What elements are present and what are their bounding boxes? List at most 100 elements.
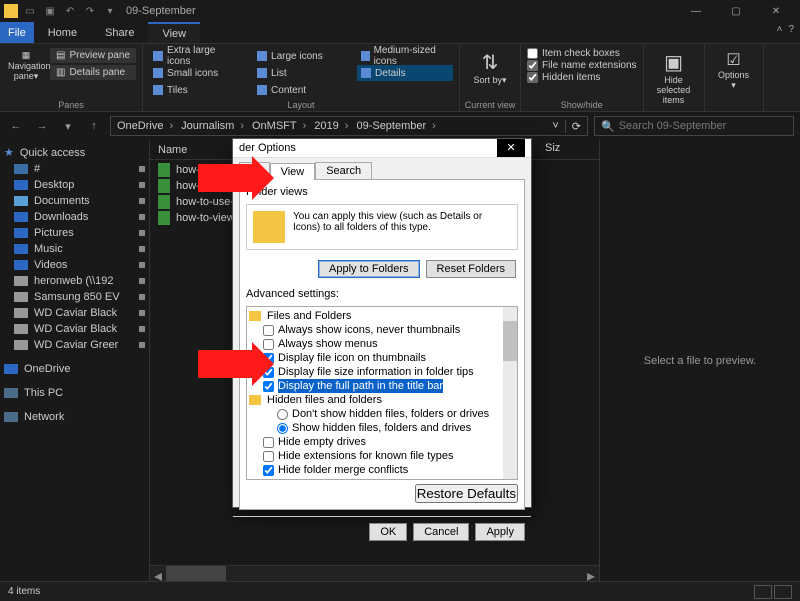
nav-back-button[interactable]: ← (6, 116, 26, 136)
hscroll-right[interactable]: ▸ (583, 566, 599, 581)
qat-newfolder-icon[interactable]: ▣ (42, 3, 58, 19)
tree-file-size-tips[interactable]: Display file size information in folder … (249, 365, 515, 379)
file-ext-toggle[interactable]: File name extensions (527, 60, 637, 71)
qat-dropdown-icon[interactable]: ▾ (102, 3, 118, 19)
tree-hide-empty[interactable]: Hide empty drives (249, 435, 515, 449)
layout-list[interactable]: List (253, 65, 349, 81)
minimize-button[interactable]: — (676, 0, 716, 22)
dialog-tab-view[interactable]: View (270, 163, 316, 180)
sidebar-item[interactable]: heronweb (\\192 (0, 273, 149, 289)
sidebar-item[interactable]: Samsung 850 EV (0, 289, 149, 305)
apply-to-folders-button[interactable]: Apply to Folders (318, 260, 419, 278)
options-button[interactable]: ☑Options▾ (711, 46, 757, 91)
qat-undo-icon[interactable]: ↶ (62, 3, 78, 19)
layout-small[interactable]: Small icons (149, 65, 245, 81)
titlebar: ▭ ▣ ↶ ↷ ▾ 09-September — ▢ ✕ (0, 0, 800, 22)
sidebar-item[interactable]: WD Caviar Black (0, 321, 149, 337)
breadcrumb-dropdown-icon[interactable]: ˅ (546, 120, 564, 132)
dialog-tab-search[interactable]: Search (315, 162, 372, 179)
tab-home[interactable]: Home (34, 22, 91, 43)
dialog-close-button[interactable]: ✕ (497, 139, 525, 157)
address-row: ← → ▾ ↑ OneDrive Journalism OnMSFT 2019 … (0, 112, 800, 140)
file-icon (158, 211, 170, 225)
tab-share[interactable]: Share (91, 22, 148, 43)
tree-dont-show-hidden[interactable]: Don't show hidden files, folders or driv… (249, 407, 515, 421)
tree-always-icons[interactable]: Always show icons, never thumbnails (249, 323, 515, 337)
tab-file[interactable]: File (0, 22, 34, 43)
restore-defaults-button[interactable]: Restore Defaults (415, 484, 518, 503)
item-checkboxes-toggle[interactable]: Item check boxes (527, 48, 637, 59)
close-button[interactable]: ✕ (756, 0, 796, 22)
crumb[interactable]: Journalism (175, 120, 246, 132)
tree-hidden-files[interactable]: Hidden files and folders (249, 393, 515, 407)
layout-large[interactable]: Large icons (253, 48, 349, 64)
tree-full-path-title[interactable]: Display the full path in the title bar (249, 379, 515, 393)
tab-view[interactable]: View (148, 22, 200, 43)
tree-hide-merge[interactable]: Hide folder merge conflicts (249, 463, 515, 477)
sidebar-onedrive[interactable]: OneDrive (0, 361, 149, 377)
crumb[interactable]: 2019 (308, 120, 350, 132)
layout-medium[interactable]: Medium-sized icons (357, 48, 453, 64)
sidebar-item[interactable]: Desktop (0, 177, 149, 193)
ribbon-help-icon[interactable]: ? (788, 24, 794, 35)
sidebar-item[interactable]: Downloads (0, 209, 149, 225)
crumb[interactable]: OneDrive (111, 120, 175, 132)
sidebar-item[interactable]: # (0, 161, 149, 177)
folder-options-dialog: der Options ✕ al View Search Folder view… (232, 138, 532, 508)
sidebar-item[interactable]: Music (0, 241, 149, 257)
layout-content[interactable]: Content (253, 82, 349, 98)
column-size[interactable]: Siz (545, 142, 560, 154)
layout-details[interactable]: Details (357, 65, 453, 81)
search-input[interactable]: 🔍Search 09-September (594, 116, 794, 136)
qat-properties-icon[interactable]: ▭ (22, 3, 38, 19)
navigation-pane-button[interactable]: ▦Navigation pane▾ (6, 48, 46, 84)
sidebar-item[interactable]: Documents (0, 193, 149, 209)
tree-hide-ext[interactable]: Hide extensions for known file types (249, 449, 515, 463)
sidebar-item[interactable]: WD Caviar Black (0, 305, 149, 321)
hscroll-thumb[interactable] (166, 566, 226, 581)
nav-up-button[interactable]: ↑ (84, 116, 104, 136)
hide-selected-button[interactable]: ▣Hide selected items (650, 46, 698, 105)
ribbon-collapse-icon[interactable]: ˄ (777, 24, 783, 35)
sort-by-button[interactable]: ⇅Sort by▾ (466, 46, 514, 86)
sidebar-network[interactable]: Network (0, 409, 149, 425)
breadcrumb[interactable]: OneDrive Journalism OnMSFT 2019 09-Septe… (110, 116, 588, 136)
tree-show-hidden[interactable]: Show hidden files, folders and drives (249, 421, 515, 435)
sidebar-item[interactable]: Videos (0, 257, 149, 273)
preview-pane-button[interactable]: ▤ Preview pane (50, 48, 136, 63)
ok-button[interactable]: OK (369, 523, 407, 541)
layout-tiles[interactable]: Tiles (149, 82, 245, 98)
folder-icon (4, 4, 18, 18)
sidebar-item[interactable]: WD Caviar Greer (0, 337, 149, 353)
hidden-items-toggle[interactable]: Hidden items (527, 72, 637, 83)
view-details-icon[interactable] (754, 585, 772, 599)
star-icon: ★ (4, 146, 14, 159)
nav-recent-button[interactable]: ▾ (58, 116, 78, 136)
view-thumbs-icon[interactable] (774, 585, 792, 599)
ribbon: ▦Navigation pane▾ ▤ Preview pane ▥ Detai… (0, 44, 800, 112)
crumb[interactable]: 09-September (350, 120, 437, 132)
maximize-button[interactable]: ▢ (716, 0, 756, 22)
group-label-layout: Layout (143, 100, 459, 110)
layout-extra-large[interactable]: Extra large icons (149, 48, 245, 64)
cancel-button[interactable]: Cancel (413, 523, 469, 541)
sidebar-quick-access[interactable]: ★Quick access (0, 144, 149, 161)
tree-file-icon-thumb[interactable]: Display file icon on thumbnails (249, 351, 515, 365)
refresh-icon[interactable]: ⟳ (565, 120, 587, 133)
nav-forward-button[interactable]: → (32, 116, 52, 136)
crumb[interactable]: OnMSFT (246, 120, 308, 132)
qat-redo-icon[interactable]: ↷ (82, 3, 98, 19)
tree-files-and-folders[interactable]: Files and Folders (249, 309, 515, 323)
sidebar-item[interactable]: Pictures (0, 225, 149, 241)
scrollbar-thumb[interactable] (503, 321, 517, 361)
hscroll-left[interactable]: ◂ (150, 566, 166, 581)
advanced-settings-list[interactable]: Files and Folders Always show icons, nev… (246, 306, 518, 480)
sidebar-this-pc[interactable]: This PC (0, 385, 149, 401)
advanced-scrollbar[interactable] (503, 307, 517, 479)
preview-pane: Select a file to preview. (600, 140, 800, 581)
reset-folders-button[interactable]: Reset Folders (426, 260, 516, 278)
apply-button[interactable]: Apply (475, 523, 525, 541)
group-label-showhide: Show/hide (521, 100, 643, 110)
tree-always-menus[interactable]: Always show menus (249, 337, 515, 351)
details-pane-button[interactable]: ▥ Details pane (50, 65, 136, 80)
